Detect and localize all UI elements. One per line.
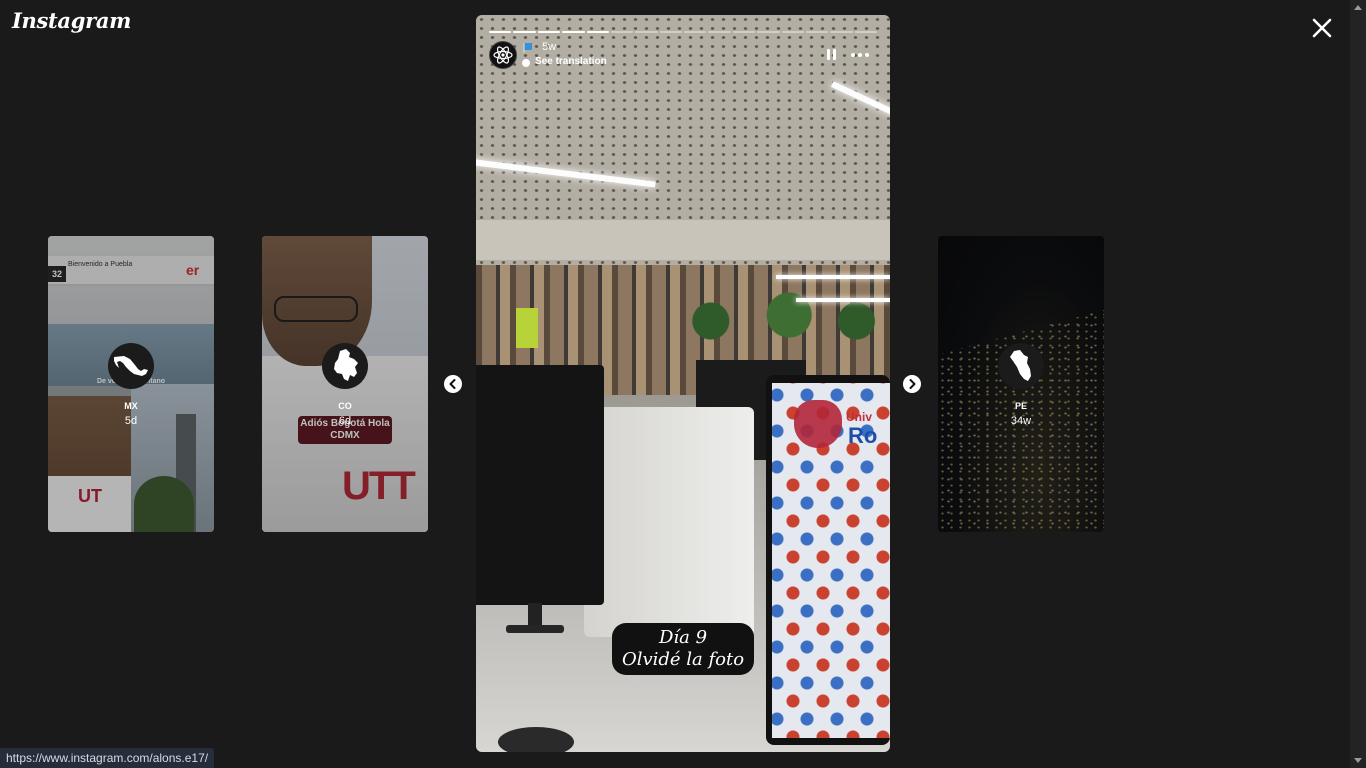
page-scrollbar[interactable] xyxy=(1350,0,1366,768)
progress-segment xyxy=(757,31,780,33)
progress-segment xyxy=(805,31,829,33)
previous-story-button[interactable] xyxy=(444,375,462,393)
story-author-avatar[interactable] xyxy=(489,41,517,69)
peru-map-icon xyxy=(998,343,1044,389)
close-icon xyxy=(1312,18,1332,38)
progress-segment xyxy=(830,31,853,33)
more-options-button[interactable] xyxy=(851,50,871,60)
story-preview-co[interactable]: UTT Adiós Bogotá Hola CDMX CO 6d xyxy=(262,236,428,532)
progress-segment xyxy=(562,31,585,33)
story-timestamp: 5w xyxy=(542,41,557,53)
caption-line-2: Olvidé la foto xyxy=(621,649,745,670)
see-translation-link[interactable]: See translation xyxy=(535,56,607,67)
progress-segment xyxy=(659,31,682,33)
translate-icon xyxy=(522,59,530,67)
progress-segment xyxy=(781,31,804,33)
next-story-button[interactable] xyxy=(903,375,921,393)
scroll-down-arrow[interactable] xyxy=(1354,758,1362,763)
progress-segment xyxy=(635,31,658,33)
progress-segment xyxy=(513,31,536,33)
progress-segment xyxy=(610,31,634,33)
username: MX xyxy=(124,401,138,411)
instagram-logo[interactable]: Instagram xyxy=(12,8,131,33)
pause-button[interactable] xyxy=(825,48,839,62)
progress-segment xyxy=(684,31,707,33)
scroll-up-arrow[interactable] xyxy=(1354,5,1362,10)
chevron-right-icon xyxy=(909,379,916,389)
progress-segment xyxy=(586,31,609,33)
flag-icon xyxy=(523,43,532,53)
story-progress-bar xyxy=(489,31,877,34)
story-time: 34w xyxy=(1010,415,1032,427)
username: PE xyxy=(1014,401,1027,411)
story-preview-pe[interactable]: PE 34w xyxy=(938,236,1104,532)
story-preview-mx[interactable]: Bienvenido a Puebla 32 er UT De vuelta a… xyxy=(48,236,214,532)
story-time: 5d xyxy=(124,415,138,427)
username: CO xyxy=(338,401,352,411)
story-time: 6d xyxy=(338,415,352,427)
mexico-map-icon xyxy=(108,343,154,389)
caption-line-1: Día 9 xyxy=(658,627,708,648)
progress-segment xyxy=(854,31,877,33)
progress-segment xyxy=(537,31,561,33)
close-button[interactable] xyxy=(1308,14,1336,42)
screen-text: Univ xyxy=(846,410,873,424)
progress-segment xyxy=(732,31,756,33)
progress-segment xyxy=(489,31,512,33)
pause-icon xyxy=(827,49,830,60)
chevron-left-icon xyxy=(449,379,456,389)
atom-icon xyxy=(493,46,513,64)
progress-segment xyxy=(708,31,731,33)
colombia-map-icon xyxy=(322,343,368,389)
status-bar-url: https://www.instagram.com/alons.e17/ xyxy=(0,748,215,768)
screen-text: Ro xyxy=(848,423,878,448)
